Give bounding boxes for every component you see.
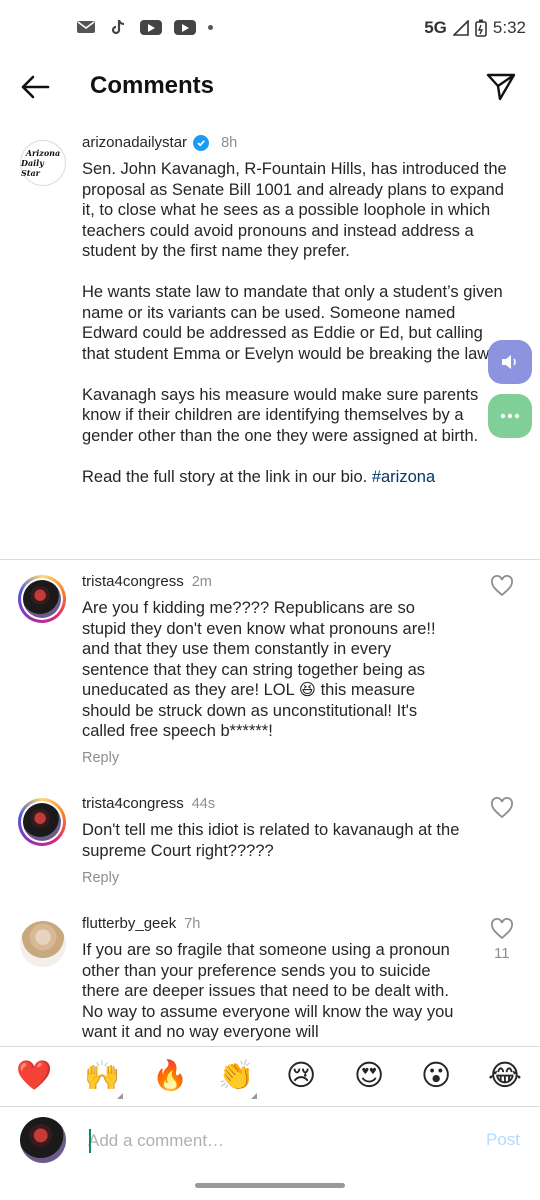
heart-icon[interactable]: [490, 575, 514, 597]
avatar[interactable]: [18, 798, 66, 846]
comment-time: 7h: [184, 916, 201, 932]
text-cursor: [89, 1129, 91, 1153]
avatar[interactable]: [18, 575, 66, 623]
home-indicator[interactable]: [195, 1183, 345, 1188]
comment-text: Are you f kidding me???? Republicans are…: [82, 599, 441, 740]
comment-username[interactable]: trista4congress: [82, 573, 184, 590]
comment-username[interactable]: trista4congress: [82, 795, 184, 812]
notification-icons: [76, 19, 213, 35]
battery-icon: [475, 19, 487, 37]
clock: 5:32: [492, 18, 526, 37]
caption-username[interactable]: arizonadailystar: [82, 134, 187, 151]
avatar: [20, 1117, 66, 1163]
skin-tone-indicator: [251, 1093, 257, 1099]
comment-user-row: trista4congress 44s: [82, 795, 215, 812]
comment-input[interactable]: [88, 1127, 448, 1155]
reply-button[interactable]: Reply: [82, 870, 119, 886]
reply-button[interactable]: Reply: [82, 750, 119, 766]
youtube-icon: [140, 19, 162, 35]
floating-more-button[interactable]: [488, 394, 532, 438]
comment-composer: Post: [0, 1106, 540, 1176]
heart-icon[interactable]: [490, 797, 514, 819]
floating-sound-button[interactable]: [488, 340, 532, 384]
comment-user-row: trista4congress 2m: [82, 573, 212, 590]
status-bar: 5G 5:32: [0, 0, 540, 58]
hashtag-link[interactable]: #arizona: [372, 468, 435, 486]
logo-text-line1: Arizona: [25, 148, 61, 158]
comments-header: Comments: [0, 58, 540, 116]
like-count: 11: [494, 945, 510, 962]
tears-of-joy-emoji-button[interactable]: 😂: [488, 1059, 522, 1093]
dot-icon: [208, 24, 213, 30]
caption-body: Sen. John Kavanagh, R-Fountain Hills, ha…: [82, 160, 507, 486]
mail-icon: [77, 21, 95, 33]
caption-time: 8h: [221, 134, 238, 151]
speaker-icon: [502, 355, 516, 369]
heart-icon[interactable]: [490, 918, 514, 940]
logo-text-line2: Daily Star: [21, 158, 44, 178]
post-button[interactable]: Post: [486, 1130, 520, 1150]
youtube-icon: [174, 19, 196, 35]
skin-tone-indicator: [117, 1093, 123, 1099]
comment-user-row: flutterby_geek 7h: [82, 915, 200, 932]
raising-hands-emoji-button[interactable]: 🙌: [84, 1059, 120, 1093]
more-dots-icon: [500, 413, 520, 419]
comment-time: 44s: [191, 796, 216, 812]
crying-face-emoji-button[interactable]: 😢: [286, 1059, 316, 1093]
emoji-reaction-bar: ❤️ 🙌 🔥 👏 😢 😍 😮 😂: [0, 1046, 540, 1106]
network-label: 5G: [424, 18, 447, 37]
comment-time: 2m: [191, 574, 212, 590]
publisher-avatar[interactable]: Arizona Daily Star: [20, 140, 66, 186]
tiktok-icon: [111, 19, 125, 35]
page-title: Comments: [90, 72, 215, 99]
arrow-left-icon[interactable]: [18, 72, 52, 102]
paper-plane-icon[interactable]: [486, 72, 516, 102]
caption-text: Sen. John Kavanagh, R-Fountain Hills, ha…: [82, 159, 512, 487]
comment-username[interactable]: flutterby_geek: [82, 915, 176, 932]
verified-badge-icon: [193, 134, 210, 151]
comment-text: If you are so fragile that someone using…: [82, 941, 459, 1041]
caption-user-row: arizonadailystar 8h: [82, 134, 237, 151]
avatar[interactable]: [20, 921, 66, 967]
comment-text: Don't tell me this idiot is related to k…: [82, 821, 464, 860]
signal-icon: [452, 20, 469, 36]
clapping-hands-emoji-button[interactable]: 👏: [218, 1059, 254, 1093]
surprised-face-emoji-button[interactable]: 😮: [421, 1059, 451, 1093]
red-heart-emoji-button[interactable]: ❤️: [16, 1059, 52, 1093]
heart-eyes-emoji-button[interactable]: 😍: [354, 1059, 384, 1093]
system-status: 5G 5:32: [424, 18, 526, 38]
caption-divider: [0, 559, 540, 560]
fire-emoji-button[interactable]: 🔥: [152, 1059, 188, 1093]
